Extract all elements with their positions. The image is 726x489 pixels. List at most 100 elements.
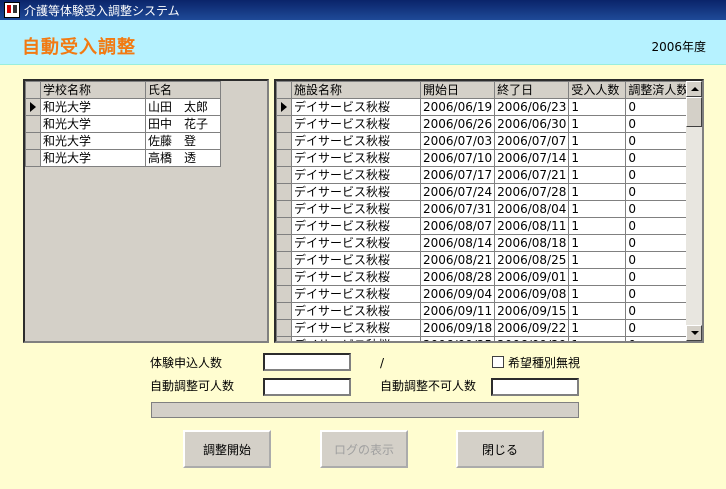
table-row[interactable]: デイサービス秋桜 2006/09/11 2006/09/15 1 0 — [276, 302, 694, 320]
cell-capacity[interactable]: 1 — [568, 268, 627, 286]
applicants-input[interactable] — [263, 353, 351, 371]
cell-name[interactable]: 佐藤 登 — [145, 132, 221, 150]
students-grid[interactable]: 学校名称 氏名 和光大学 山田 太郎 和光大学 田中 花子 和光大学 佐藤 登和光大学 高橋… — [23, 79, 269, 343]
table-row[interactable]: デイサービス秋桜 2006/07/17 2006/07/21 1 0 — [276, 166, 694, 184]
cell-end-date[interactable]: 2006/09/15 — [494, 302, 570, 320]
table-row[interactable]: デイサービス秋桜2006/09/252006/09/2910 — [276, 336, 694, 341]
row-selector[interactable] — [276, 132, 292, 150]
cell-adjusted[interactable]: 0 — [625, 149, 694, 167]
cell-adjusted[interactable]: 0 — [625, 166, 694, 184]
table-row[interactable]: デイサービス秋桜 2006/08/14 2006/08/18 1 0 — [276, 234, 694, 252]
cell-start-date[interactable]: 2006/07/31 — [419, 200, 496, 218]
cell-capacity[interactable]: 1 — [568, 115, 627, 133]
table-row[interactable]: 和光大学 佐藤 登 — [25, 132, 221, 150]
cell-capacity[interactable]: 1 — [568, 132, 627, 150]
row-selector[interactable] — [276, 200, 292, 218]
cell-capacity[interactable]: 1 — [568, 234, 627, 252]
table-row[interactable]: デイサービス秋桜 2006/09/18 2006/09/22 1 0 — [276, 319, 694, 337]
cell-adjusted[interactable]: 0 — [625, 115, 694, 133]
cell-facility[interactable]: デイサービス秋桜 — [291, 234, 421, 252]
table-row[interactable]: デイサービス秋桜 2006/08/28 2006/09/01 1 0 — [276, 268, 694, 286]
cell-facility[interactable]: デイサービス秋桜 — [291, 285, 421, 303]
cell-start-date[interactable]: 2006/08/07 — [419, 217, 496, 235]
cell-start-date[interactable]: 2006/09/04 — [419, 285, 496, 303]
cell-facility[interactable]: デイサービス秋桜 — [291, 149, 421, 167]
table-row[interactable]: デイサービス秋桜 2006/07/10 2006/07/14 1 0 — [276, 149, 694, 167]
auto-impossible-input[interactable] — [491, 378, 579, 396]
row-selector[interactable] — [276, 268, 292, 286]
cell-adjusted[interactable]: 0 — [625, 132, 694, 150]
row-selector[interactable] — [276, 302, 292, 320]
column-header-facility[interactable]: 施設名称 — [291, 81, 421, 99]
cell-facility[interactable]: デイサービス秋桜 — [291, 166, 421, 184]
column-header-capacity[interactable]: 受入人数 — [568, 81, 627, 99]
cell-capacity[interactable]: 1 — [568, 302, 627, 320]
cell-end-date[interactable]: 2006/08/11 — [494, 217, 570, 235]
cell-start-date[interactable]: 2006/06/26 — [419, 115, 496, 133]
cell-facility[interactable]: デイサービス秋桜 — [291, 336, 421, 341]
cell-start-date[interactable]: 2006/07/17 — [419, 166, 496, 184]
current-row-arrow-icon[interactable] — [25, 98, 41, 116]
table-row[interactable]: 和光大学 田中 花子 — [25, 115, 221, 133]
scroll-up-arrow-icon[interactable] — [686, 81, 702, 97]
table-row[interactable]: 和光大学 山田 太郎 — [25, 98, 221, 116]
cell-end-date[interactable]: 2006/06/23 — [494, 98, 570, 116]
row-selector[interactable] — [276, 251, 292, 269]
cell-start-date[interactable]: 2006/07/24 — [419, 183, 496, 201]
cell-start-date[interactable]: 2006/08/14 — [419, 234, 496, 252]
cell-adjusted[interactable]: 0 — [625, 98, 694, 116]
cell-capacity[interactable]: 1 — [568, 319, 627, 337]
cell-adjusted[interactable]: 0 — [625, 251, 694, 269]
row-selector[interactable] — [276, 115, 292, 133]
close-button[interactable]: 閉じる — [456, 430, 544, 468]
cell-capacity[interactable]: 1 — [568, 336, 627, 341]
cell-facility[interactable]: デイサービス秋桜 — [291, 98, 421, 116]
cell-end-date[interactable]: 2006/07/14 — [494, 149, 570, 167]
cell-facility[interactable]: デイサービス秋桜 — [291, 132, 421, 150]
cell-name[interactable]: 田中 花子 — [145, 115, 221, 133]
column-header-name[interactable]: 氏名 — [145, 81, 221, 99]
cell-adjusted[interactable]: 0 — [625, 268, 694, 286]
row-selector[interactable] — [25, 132, 41, 150]
cell-adjusted[interactable]: 0 — [625, 234, 694, 252]
cell-adjusted[interactable]: 0 — [625, 217, 694, 235]
table-row[interactable]: デイサービス秋桜 2006/07/03 2006/07/07 1 0 — [276, 132, 694, 150]
column-header-end-date[interactable]: 終了日 — [494, 81, 570, 99]
cell-capacity[interactable]: 1 — [568, 149, 627, 167]
title-bar[interactable]: 介護等体験受入調整システム — [0, 0, 726, 20]
table-row[interactable]: デイサービス秋桜 2006/06/19 2006/06/23 1 0 — [276, 98, 694, 116]
cell-facility[interactable]: デイサービス秋桜 — [291, 200, 421, 218]
auto-possible-input[interactable] — [263, 378, 351, 396]
cell-school[interactable]: 和光大学 — [40, 132, 146, 150]
cell-facility[interactable]: デイサービス秋桜 — [291, 115, 421, 133]
scroll-thumb[interactable] — [686, 97, 702, 127]
cell-end-date[interactable]: 2006/07/07 — [494, 132, 570, 150]
row-selector[interactable] — [25, 149, 41, 167]
cell-facility[interactable]: デイサービス秋桜 — [291, 217, 421, 235]
cell-adjusted[interactable]: 0 — [625, 336, 694, 341]
cell-end-date[interactable]: 2006/06/30 — [494, 115, 570, 133]
cell-capacity[interactable]: 1 — [568, 183, 627, 201]
table-row[interactable]: デイサービス秋桜 2006/09/04 2006/09/08 1 0 — [276, 285, 694, 303]
cell-start-date[interactable]: 2006/09/18 — [419, 319, 496, 337]
cell-end-date[interactable]: 2006/09/22 — [494, 319, 570, 337]
cell-name[interactable]: 山田 太郎 — [145, 98, 221, 116]
cell-adjusted[interactable]: 0 — [625, 319, 694, 337]
cell-school[interactable]: 和光大学 — [40, 98, 146, 116]
vertical-scrollbar[interactable] — [686, 81, 702, 341]
table-row[interactable]: デイサービス秋桜 2006/07/24 2006/07/28 1 0 — [276, 183, 694, 201]
cell-end-date[interactable]: 2006/07/28 — [494, 183, 570, 201]
cell-facility[interactable]: デイサービス秋桜 — [291, 319, 421, 337]
ignore-preference-checkbox[interactable] — [492, 356, 504, 368]
cell-adjusted[interactable]: 0 — [625, 285, 694, 303]
row-selector[interactable] — [276, 166, 292, 184]
row-selector[interactable] — [276, 285, 292, 303]
column-header-adjusted[interactable]: 調整済人数 — [625, 81, 694, 99]
facilities-grid[interactable]: 施設名称 開始日 終了日 受入人数 調整済人数 デイサービス秋桜 2006/06/… — [274, 79, 704, 343]
row-selector[interactable] — [276, 149, 292, 167]
cell-facility[interactable]: デイサービス秋桜 — [291, 268, 421, 286]
show-log-button[interactable]: ログの表示 — [320, 430, 408, 468]
row-selector[interactable] — [25, 115, 41, 133]
table-row[interactable]: デイサービス秋桜 2006/08/21 2006/08/25 1 0 — [276, 251, 694, 269]
cell-end-date[interactable]: 2006/09/08 — [494, 285, 570, 303]
